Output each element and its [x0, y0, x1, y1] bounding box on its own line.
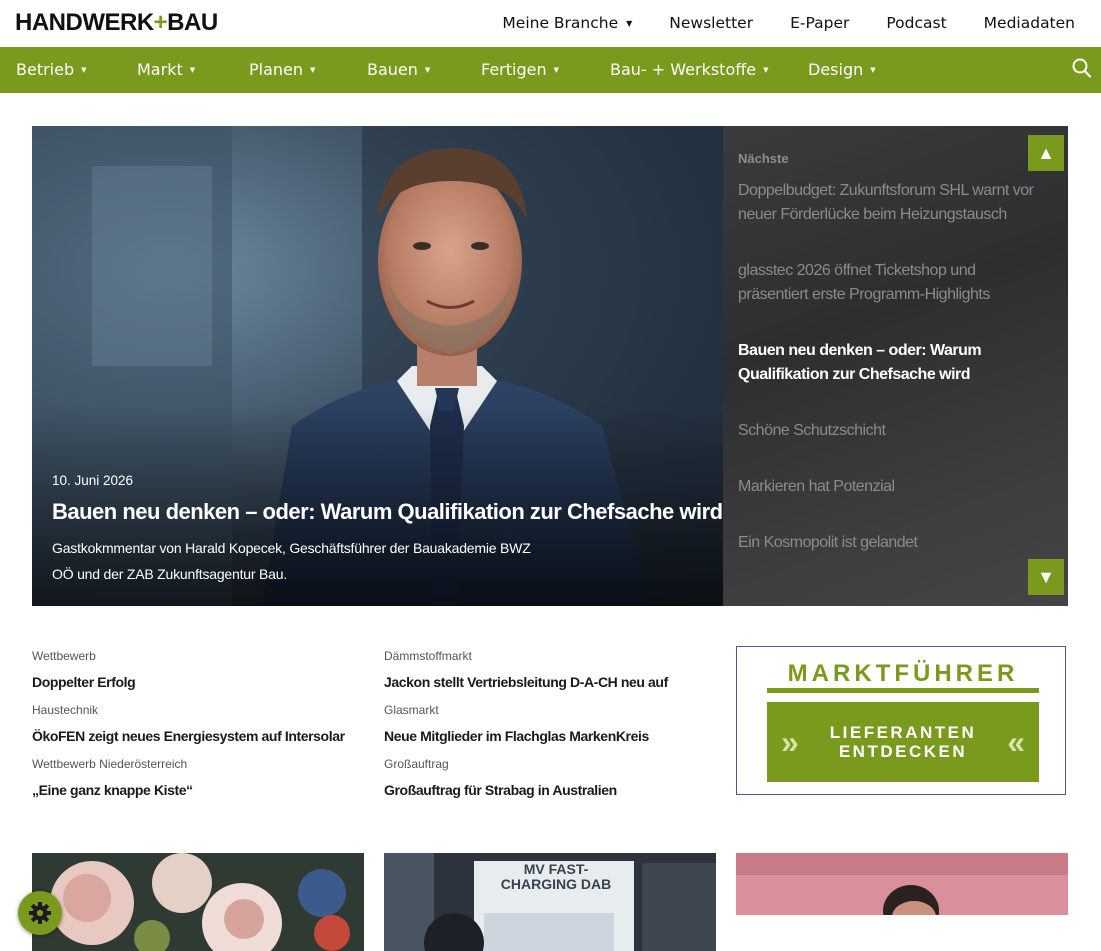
hero-slider: 10. Juni 2026 Bauen neu denken – oder: W…	[32, 126, 1068, 606]
topnav-label: Newsletter	[669, 14, 754, 32]
news-title[interactable]: Neue Mitglieder im Flachglas MarkenKreis	[384, 727, 704, 745]
search-icon[interactable]	[1071, 57, 1093, 81]
marktfuehrer-ad[interactable]: MARKTFÜHRER » LIEFERANTEN ENTDECKEN «	[736, 646, 1066, 795]
arrow-up-icon[interactable]: ▲	[1028, 135, 1064, 171]
ad-cta-line2: ENTDECKEN	[838, 742, 968, 761]
topnav-label: E-Paper	[790, 14, 850, 32]
topnav-label: Meine Branche	[502, 14, 619, 32]
mainnav-fertigen[interactable]: Fertigen ▼	[481, 59, 559, 81]
news-title[interactable]: ÖkoFEN zeigt neues Energiesystem auf Int…	[32, 727, 352, 745]
news-category[interactable]: Wettbewerb Niederösterreich	[32, 756, 352, 772]
caret-down-icon: ▼	[189, 66, 196, 74]
top-nav: Meine Branche ▼ Newsletter E-Paper Podcas…	[465, 12, 1075, 35]
news-category[interactable]: Haustechnik	[32, 702, 352, 718]
mainnav-planen[interactable]: Planen ▼	[249, 59, 315, 81]
site-logo[interactable]: HANDWERK+BAU	[15, 9, 218, 37]
news-title[interactable]: Doppelter Erfolg	[32, 673, 352, 691]
top-bar: HANDWERK+BAU Meine Branche ▼ Newsletter E…	[0, 0, 1101, 47]
next-item[interactable]: Schöne Schutzschicht	[738, 419, 1048, 443]
next-label: Nächste	[738, 151, 789, 166]
mainnav-label: Markt	[137, 60, 183, 79]
thumb-caption: MV FAST- CHARGING DAB	[496, 862, 616, 892]
mainnav-label: Bauen	[367, 60, 418, 79]
ad-cta-line1: LIEFERANTEN	[829, 723, 977, 742]
mainnav-baustoffe[interactable]: Bau- + Werkstoffe ▼	[610, 59, 769, 81]
news-title[interactable]: „Eine ganz knappe Kiste“	[32, 781, 352, 799]
mainnav-design[interactable]: Design ▼	[808, 59, 876, 81]
news-list-right: Dämmstoffmarkt Jackon stellt Vertriebsle…	[384, 648, 704, 810]
ad-title: MARKTFÜHRER	[787, 660, 1019, 687]
thumb-caption-line1: MV FAST-	[523, 861, 589, 877]
ad-cta-box: » LIEFERANTEN ENTDECKEN «	[767, 702, 1039, 782]
caret-down-icon: ▼	[870, 66, 876, 74]
next-item[interactable]: Doppelbudget: Zukunftsforum SHL warnt vo…	[738, 179, 1048, 227]
arrow-down-icon[interactable]: ▼	[1028, 559, 1064, 595]
caret-down-icon: ▼	[626, 19, 633, 28]
caret-down-icon: ▼	[81, 66, 87, 74]
logo-text-right: BAU	[167, 9, 218, 36]
caret-down-icon: ▼	[763, 66, 769, 74]
caret-down-icon: ▼	[310, 66, 316, 74]
cookie-settings-button[interactable]	[18, 891, 62, 935]
article-thumb-flowers[interactable]	[32, 853, 364, 951]
hero-date: 10. Juni 2026	[52, 473, 134, 488]
news-category[interactable]: Großauftrag	[384, 756, 704, 772]
next-item[interactable]: glasstec 2026 öffnet Ticketshop und präs…	[738, 259, 1048, 307]
mainnav-bauen[interactable]: Bauen ▼	[367, 59, 430, 81]
next-item-active[interactable]: Bauen neu denken – oder: Warum Qualifika…	[738, 339, 1048, 387]
topnav-newsletter[interactable]: Newsletter	[669, 12, 753, 35]
mainnav-label: Fertigen	[481, 60, 547, 79]
ad-cta-text: LIEFERANTEN ENTDECKEN	[767, 723, 1039, 761]
topnav-label: Podcast	[886, 14, 947, 32]
mainnav-label: Design	[808, 60, 864, 79]
article-thumb-charging[interactable]: MV FAST- CHARGING DAB	[384, 853, 716, 951]
chevron-left-icon: «	[1007, 724, 1025, 760]
next-item[interactable]: Markieren hat Potenzial	[738, 475, 1048, 499]
logo-text-left: HANDWERK	[15, 9, 154, 36]
news-title[interactable]: Jackon stellt Vertriebsleitung D-A-CH ne…	[384, 673, 704, 691]
news-title[interactable]: Großauftrag für Strabag in Australien	[384, 781, 704, 799]
news-category[interactable]: Dämmstoffmarkt	[384, 648, 704, 664]
mainnav-label: Bau- + Werkstoffe	[610, 60, 757, 79]
mainnav-label: Betrieb	[16, 60, 75, 79]
hero-next-list: Nächste ▲ Doppelbudget: Zukunftsforum SH…	[723, 126, 1068, 606]
topnav-epaper[interactable]: E-Paper	[790, 12, 849, 35]
article-thumb-portrait[interactable]	[736, 853, 1068, 915]
topnav-label: Mediadaten	[983, 14, 1075, 32]
logo-plus: +	[153, 9, 168, 36]
hero-subtitle: Gastkokmmentar von Harald Kopecek, Gesch…	[52, 540, 531, 582]
mainnav-markt[interactable]: Markt ▼	[137, 59, 195, 81]
hero-title[interactable]: Bauen neu denken – oder: Warum Qualifika…	[52, 498, 723, 526]
thumb-caption-line2: CHARGING DAB	[500, 876, 612, 892]
news-category[interactable]: Glasmarkt	[384, 702, 704, 718]
news-list-left: Wettbewerb Doppelter Erfolg Haustechnik …	[32, 648, 352, 810]
gear-icon	[29, 902, 51, 924]
news-category[interactable]: Wettbewerb	[32, 648, 352, 664]
main-nav: Betrieb ▼ Markt ▼ Planen ▼ Bauen ▼ Fertigen ▼…	[0, 47, 1101, 93]
caret-down-icon: ▼	[424, 66, 431, 74]
mainnav-betrieb[interactable]: Betrieb ▼	[16, 59, 87, 81]
topnav-podcast[interactable]: Podcast	[886, 12, 946, 35]
topnav-meine-branche[interactable]: Meine Branche ▼	[502, 12, 632, 35]
next-item[interactable]: Ein Kosmopolit ist gelandet	[738, 531, 1048, 555]
topnav-mediadaten[interactable]: Mediadaten	[984, 12, 1075, 35]
mainnav-label: Planen	[249, 60, 304, 79]
ad-divider	[767, 688, 1039, 693]
caret-down-icon: ▼	[553, 66, 559, 74]
